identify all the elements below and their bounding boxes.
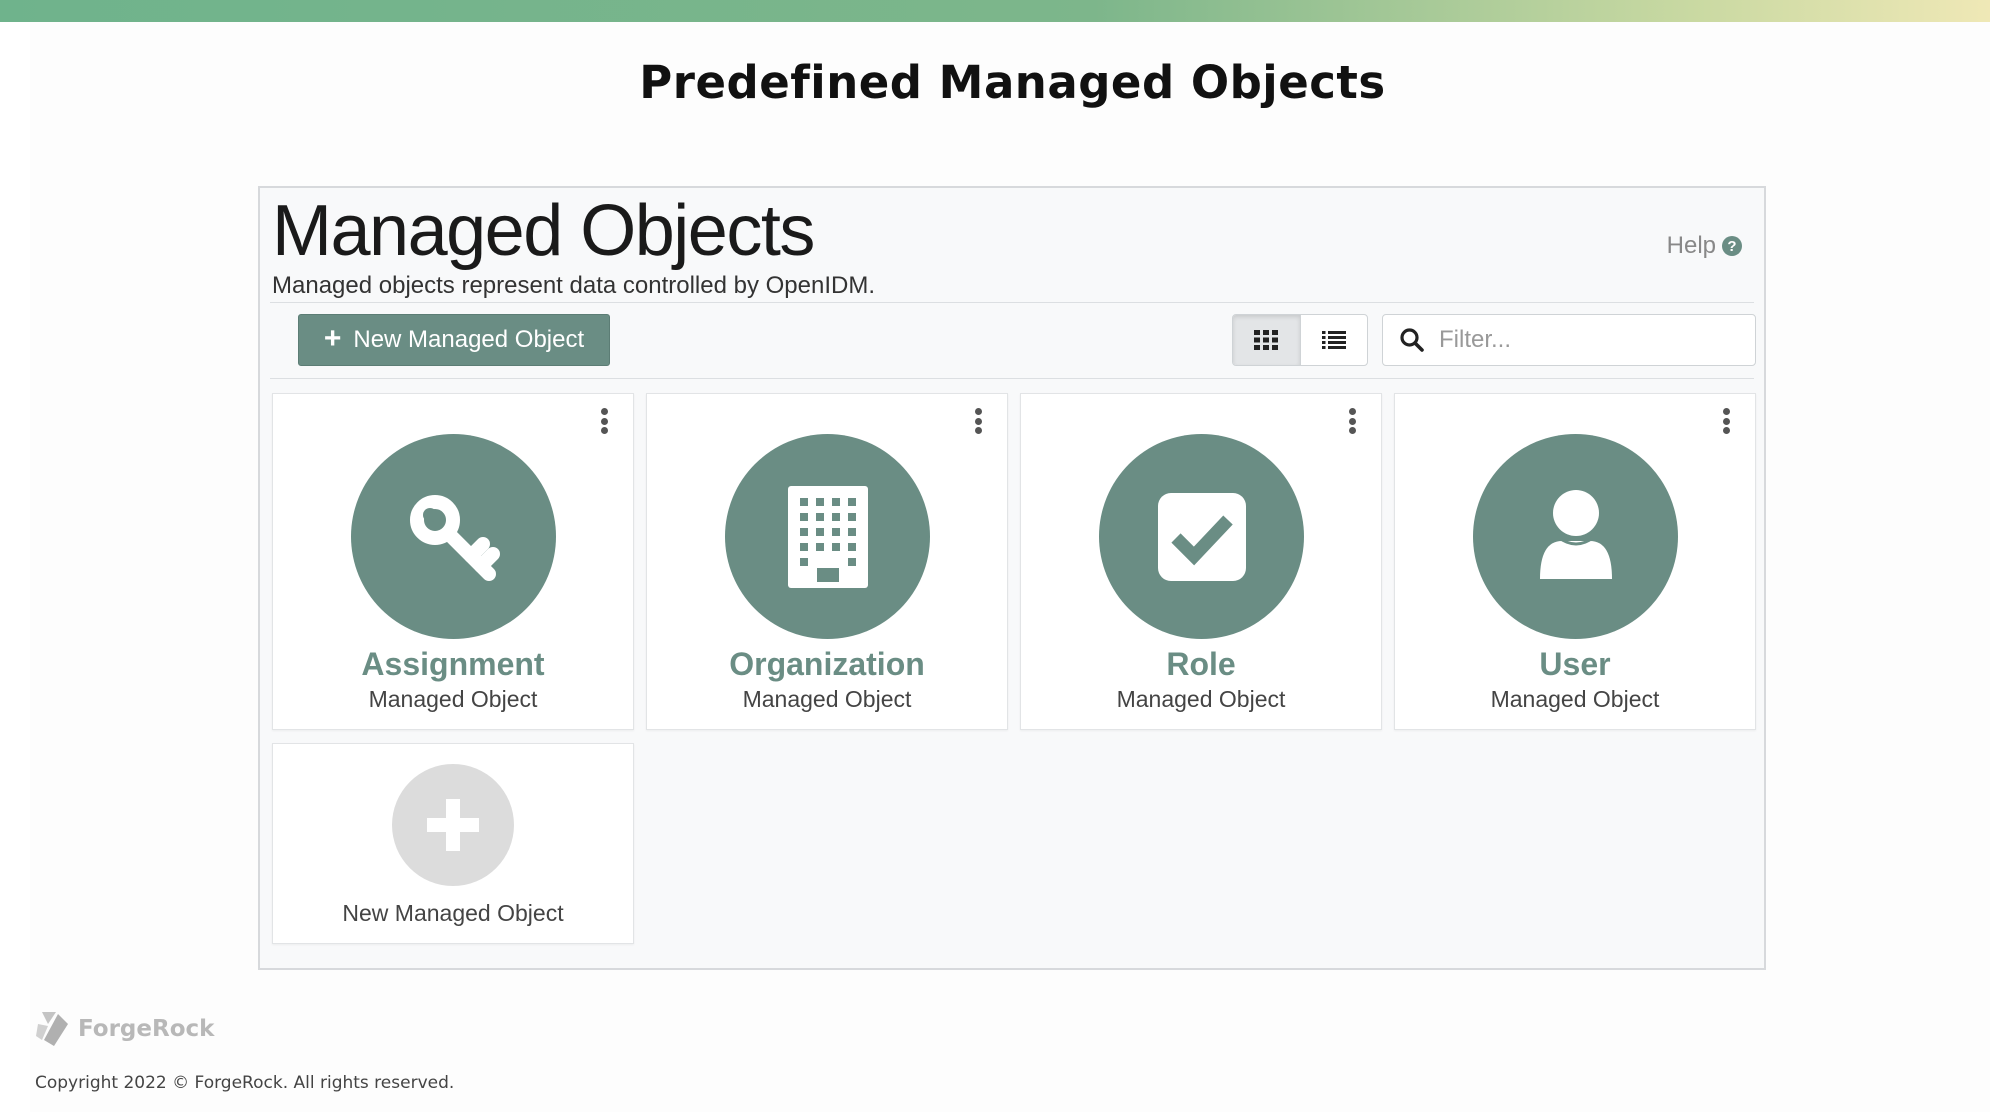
new-managed-object-button-label: New Managed Object	[353, 326, 585, 353]
user-icon	[1473, 434, 1678, 639]
card-subtitle: Managed Object	[368, 686, 538, 712]
forgerock-logo-icon	[36, 1012, 68, 1046]
building-icon	[725, 434, 930, 639]
card-title: Organization	[729, 646, 925, 682]
card-menu-icon[interactable]	[1721, 408, 1731, 434]
card-menu-icon[interactable]	[1347, 408, 1357, 434]
new-managed-object-card-label: New Managed Object	[342, 900, 564, 926]
question-circle-icon: ?	[1722, 236, 1742, 256]
card-subtitle: Managed Object	[1116, 686, 1286, 712]
check-square-icon	[1099, 434, 1304, 639]
card-title: Role	[1166, 646, 1236, 682]
plus-icon: +	[323, 321, 342, 355]
card-title: Assignment	[361, 646, 545, 682]
page-title: Managed Objects	[272, 191, 815, 271]
top-accent-bar	[0, 0, 1990, 22]
card-assignment[interactable]: Assignment Managed Object	[272, 393, 634, 730]
card-subtitle: Managed Object	[1490, 686, 1660, 712]
card-menu-icon[interactable]	[973, 408, 983, 434]
slide-title: Predefined Managed Objects	[639, 56, 1386, 109]
search-icon	[1400, 328, 1424, 352]
help-label: Help	[1666, 232, 1716, 259]
card-role[interactable]: Role Managed Object	[1020, 393, 1382, 730]
managed-objects-panel: Managed Objects Managed objects represen…	[258, 186, 1766, 970]
card-subtitle: Managed Object	[742, 686, 912, 712]
grid-icon	[1254, 330, 1279, 350]
filter-input[interactable]	[1439, 326, 1739, 354]
card-title: User	[1539, 646, 1611, 682]
copyright-text: Copyright 2022 © ForgeRock. All rights r…	[35, 1073, 455, 1093]
list-view-button[interactable]	[1301, 315, 1368, 365]
page-subtitle: Managed objects represent data controlle…	[272, 272, 876, 299]
forgerock-logo: ForgeRock	[34, 1010, 214, 1048]
key-icon	[351, 434, 556, 639]
grid-view-button[interactable]	[1233, 315, 1301, 365]
help-link[interactable]: Help ?	[1667, 232, 1742, 260]
toolbar-divider	[270, 378, 1754, 379]
view-toggle	[1232, 314, 1368, 366]
card-user[interactable]: User Managed Object	[1394, 393, 1756, 730]
card-menu-icon[interactable]	[599, 408, 609, 434]
brand-name: ForgeRock	[78, 1016, 215, 1042]
header-divider	[270, 302, 1754, 303]
list-icon	[1321, 331, 1346, 349]
filter-field[interactable]	[1382, 314, 1756, 366]
plus-icon	[392, 764, 514, 886]
new-managed-object-button[interactable]: + New Managed Object	[298, 314, 610, 366]
new-managed-object-card[interactable]: New Managed Object	[272, 743, 634, 944]
card-organization[interactable]: Organization Managed Object	[646, 393, 1008, 730]
